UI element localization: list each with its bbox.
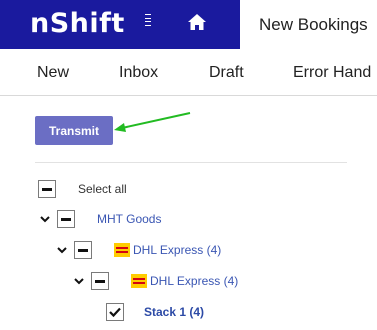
stack-checkbox[interactable] xyxy=(106,303,124,321)
nav-item-error-handling[interactable]: Error Hand xyxy=(293,64,371,82)
dhl-logo-icon xyxy=(131,274,147,288)
tree-row-group: MHT Goods xyxy=(38,209,161,229)
select-all-label: Select all xyxy=(78,182,127,196)
nshift-logo[interactable]: nShift xyxy=(30,10,125,38)
divider xyxy=(35,162,347,163)
brand-bar: nShift xyxy=(0,0,240,49)
sub-carrier-label[interactable]: DHL Express (4) xyxy=(150,274,238,288)
logo-mark-icon xyxy=(145,14,151,26)
tree-row-carrier: DHL Express (4) xyxy=(55,240,221,260)
carrier-checkbox[interactable] xyxy=(74,241,92,259)
tree-row-stack: Stack 1 (4) xyxy=(106,302,204,322)
tab-new-bookings[interactable]: New Bookings xyxy=(240,0,377,49)
chevron-down-icon[interactable] xyxy=(72,274,86,288)
sub-navigation: New Inbox Draft Error Hand xyxy=(0,49,377,96)
group-checkbox[interactable] xyxy=(57,210,75,228)
transmit-button[interactable]: Transmit xyxy=(35,116,113,145)
stack-label[interactable]: Stack 1 (4) xyxy=(144,305,204,319)
select-all-row: Select all xyxy=(38,179,127,199)
home-icon[interactable] xyxy=(186,11,208,33)
nav-item-new[interactable]: New xyxy=(37,64,69,82)
select-all-checkbox[interactable] xyxy=(38,180,56,198)
sub-carrier-checkbox[interactable] xyxy=(91,272,109,290)
tree-row-sub-carrier: DHL Express (4) xyxy=(72,271,238,291)
chevron-down-icon[interactable] xyxy=(38,212,52,226)
nav-item-inbox[interactable]: Inbox xyxy=(119,64,158,82)
nav-item-draft[interactable]: Draft xyxy=(209,64,244,82)
dhl-logo-icon xyxy=(114,243,130,257)
annotation-arrow-icon xyxy=(114,112,191,132)
group-label[interactable]: MHT Goods xyxy=(97,212,161,226)
top-header: nShift New Bookings xyxy=(0,0,377,49)
carrier-label[interactable]: DHL Express (4) xyxy=(133,243,221,257)
main-content: Transmit Select all MHT Goods DHL Expres… xyxy=(0,96,377,330)
chevron-down-icon[interactable] xyxy=(55,243,69,257)
